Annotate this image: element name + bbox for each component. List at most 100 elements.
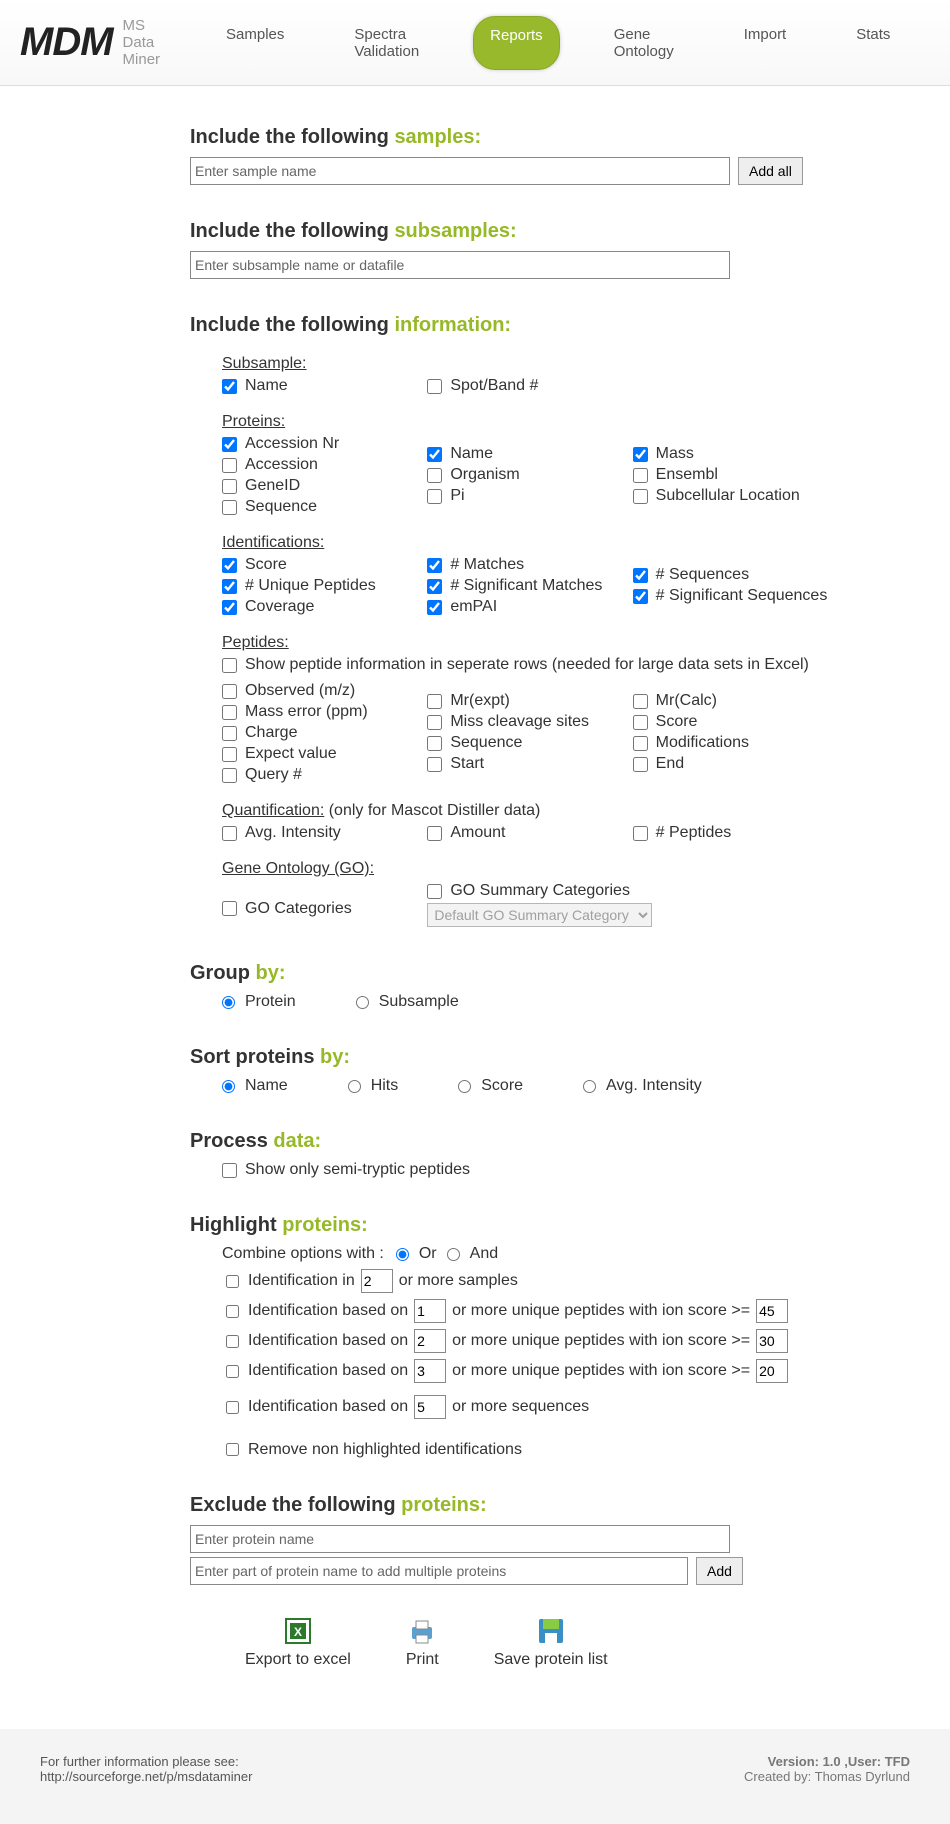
pep-checkbox-expect-value[interactable]: Expect value	[222, 745, 419, 763]
pep-checkbox-score[interactable]: Score	[633, 713, 830, 731]
pep-checkbox-end[interactable]: End	[633, 755, 830, 773]
highlight-uniq-1-count-input[interactable]	[414, 1329, 446, 1353]
highlight-sequences-count-input[interactable]	[414, 1395, 446, 1419]
highlight-uniq-2-score-input[interactable]	[756, 1359, 788, 1383]
proteins-checkbox-sequence[interactable]: Sequence	[222, 498, 419, 516]
group-by-heading: Group by:	[190, 962, 830, 985]
highlight-uniq-0-checkbox[interactable]	[226, 1305, 239, 1318]
go-summary-select[interactable]: Default GO Summary Category	[427, 903, 652, 927]
show-peptide-rows-checkbox[interactable]: Show peptide information in seperate row…	[222, 656, 830, 674]
quant-checkbox-avg-intensity[interactable]: Avg. Intensity	[222, 824, 419, 842]
semi-tryptic-checkbox[interactable]: Show only semi-tryptic peptides	[222, 1161, 830, 1179]
nav-stats[interactable]: Stats	[840, 16, 906, 70]
add-exclude-button[interactable]: Add	[696, 1557, 743, 1585]
pep-checkbox-query-[interactable]: Query #	[222, 766, 419, 784]
proteins-checkbox-name[interactable]: Name	[427, 445, 624, 463]
sort-radio-score[interactable]: Score	[458, 1077, 523, 1095]
proteins-checkbox-accession-nr[interactable]: Accession Nr	[222, 435, 419, 453]
ident-checkbox-empai[interactable]: emPAI	[427, 598, 624, 616]
proteins-checkbox-subcellular-location[interactable]: Subcellular Location	[633, 487, 830, 505]
nav-import[interactable]: Import	[728, 16, 803, 70]
highlight-uniq-1-checkbox[interactable]	[226, 1335, 239, 1348]
header: MDM MS Data Miner Samples Spectra Validat…	[0, 0, 950, 86]
ident-checkbox--sequences[interactable]: # Sequences	[633, 566, 830, 584]
pep-checkbox-sequence[interactable]: Sequence	[427, 734, 624, 752]
combine-radio-or[interactable]: Or	[396, 1245, 437, 1263]
highlight-uniq-1-score-input[interactable]	[756, 1329, 788, 1353]
exclude-protein-partial-input[interactable]	[190, 1557, 688, 1585]
group-radio-subsample[interactable]: Subsample	[356, 993, 459, 1011]
sourceforge-link[interactable]: http://sourceforge.net/p/msdataminer	[40, 1769, 252, 1784]
ident-checkbox--significant-sequences[interactable]: # Significant Sequences	[633, 587, 830, 605]
highlight-samples-count-input[interactable]	[361, 1269, 393, 1293]
logo-subtitle: MS Data Miner	[123, 17, 161, 68]
logo: MDM MS Data Miner	[20, 17, 160, 68]
pep-checkbox-miss-cleavage-sites[interactable]: Miss cleavage sites	[427, 713, 624, 731]
sample-name-input[interactable]	[190, 157, 730, 185]
group-radio-protein[interactable]: Protein	[222, 993, 296, 1011]
highlight-sequences-checkbox[interactable]	[226, 1401, 239, 1414]
proteins-checkbox-mass[interactable]: Mass	[633, 445, 830, 463]
process-data-heading: Process data:	[190, 1130, 830, 1153]
samples-heading: Include the following samples:	[190, 126, 830, 149]
print-button[interactable]: Print	[406, 1615, 439, 1669]
proteins-section-title: Proteins:	[222, 413, 830, 431]
subsamples-heading: Include the following subsamples:	[190, 220, 830, 243]
subsample-checkbox-name[interactable]: Name	[222, 377, 419, 395]
peptides-section-title: Peptides:	[222, 634, 830, 652]
logo-text: MDM	[20, 20, 113, 65]
proteins-checkbox-accession[interactable]: Accession	[222, 456, 419, 474]
pep-checkbox-mr-expt-[interactable]: Mr(expt)	[427, 692, 624, 710]
ident-checkbox--unique-peptides[interactable]: # Unique Peptides	[222, 577, 419, 595]
combine-radio-and[interactable]: And	[447, 1245, 498, 1263]
proteins-checkbox-geneid[interactable]: GeneID	[222, 477, 419, 495]
footer: For further information please see: http…	[0, 1729, 950, 1824]
save-icon	[535, 1615, 567, 1647]
ident-checkbox--matches[interactable]: # Matches	[427, 556, 624, 574]
remove-non-highlighted-checkbox[interactable]	[226, 1443, 239, 1456]
subsample-checkbox-spot-band-[interactable]: Spot/Band #	[427, 377, 624, 395]
exclude-protein-name-input[interactable]	[190, 1525, 730, 1553]
pep-checkbox-observed-m-z-[interactable]: Observed (m/z)	[222, 682, 419, 700]
pep-checkbox-charge[interactable]: Charge	[222, 724, 419, 742]
proteins-checkbox-ensembl[interactable]: Ensembl	[633, 466, 830, 484]
highlight-samples-checkbox[interactable]	[226, 1275, 239, 1288]
quant-checkbox-amount[interactable]: Amount	[427, 824, 624, 842]
svg-text:X: X	[294, 1625, 302, 1639]
subsample-name-input[interactable]	[190, 251, 730, 279]
pep-checkbox-modifications[interactable]: Modifications	[633, 734, 830, 752]
quantification-section-title: Quantification:	[222, 802, 324, 819]
nav-samples[interactable]: Samples	[210, 16, 300, 70]
print-icon	[406, 1615, 438, 1647]
go-section-title: Gene Ontology (GO):	[222, 860, 830, 878]
export-excel-button[interactable]: X Export to excel	[245, 1615, 351, 1669]
ident-checkbox-coverage[interactable]: Coverage	[222, 598, 419, 616]
identifications-section-title: Identifications:	[222, 534, 830, 552]
highlight-uniq-2-count-input[interactable]	[414, 1359, 446, 1383]
sort-radio-hits[interactable]: Hits	[348, 1077, 399, 1095]
go-checkbox-go-categories[interactable]: GO Categories	[222, 900, 419, 918]
proteins-checkbox-pi[interactable]: Pi	[427, 487, 624, 505]
pep-checkbox-start[interactable]: Start	[427, 755, 624, 773]
nav-spectra-validation[interactable]: Spectra Validation	[338, 16, 435, 70]
quant-checkbox--peptides[interactable]: # Peptides	[633, 824, 830, 842]
proteins-checkbox-organism[interactable]: Organism	[427, 466, 624, 484]
highlight-uniq-0-score-input[interactable]	[756, 1299, 788, 1323]
subsample-section-title: Subsample:	[222, 355, 830, 373]
highlight-uniq-2-checkbox[interactable]	[226, 1365, 239, 1378]
nav-reports[interactable]: Reports	[473, 16, 560, 70]
nav-gene-ontology[interactable]: Gene Ontology	[598, 16, 690, 70]
exclude-proteins-heading: Exclude the following proteins:	[190, 1494, 830, 1517]
save-protein-list-button[interactable]: Save protein list	[494, 1615, 608, 1669]
highlight-uniq-0-count-input[interactable]	[414, 1299, 446, 1323]
add-all-button[interactable]: Add all	[738, 157, 803, 185]
pep-checkbox-mass-error-ppm-[interactable]: Mass error (ppm)	[222, 703, 419, 721]
pep-checkbox-mr-calc-[interactable]: Mr(Calc)	[633, 692, 830, 710]
sort-radio-name[interactable]: Name	[222, 1077, 288, 1095]
sort-radio-avg-intensity[interactable]: Avg. Intensity	[583, 1077, 702, 1095]
go-summary-checkbox[interactable]: GO Summary Categories	[427, 882, 830, 900]
nav-log-out[interactable]: Log Out	[944, 16, 950, 70]
ident-checkbox-score[interactable]: Score	[222, 556, 419, 574]
information-heading: Include the following information:	[190, 314, 830, 337]
ident-checkbox--significant-matches[interactable]: # Significant Matches	[427, 577, 624, 595]
